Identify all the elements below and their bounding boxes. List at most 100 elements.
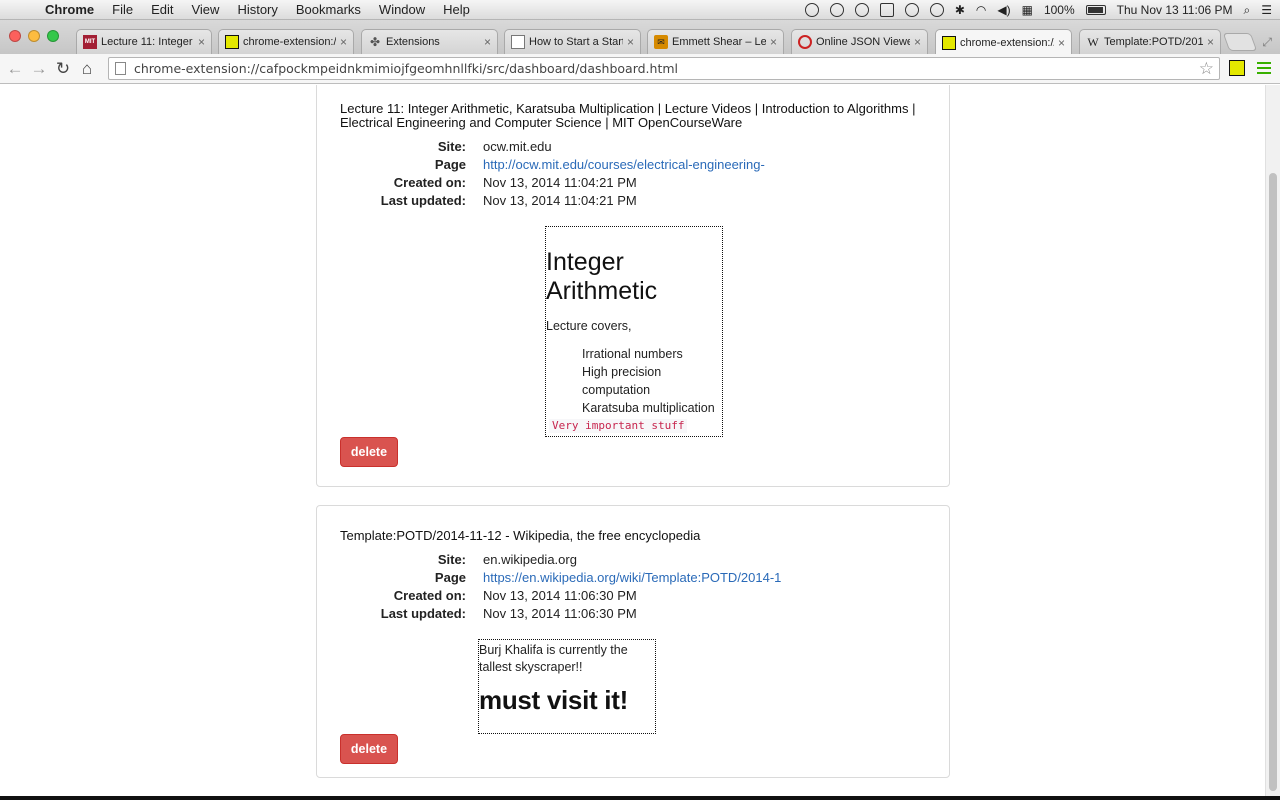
meta-row-created: Created on: Nov 13, 2014 11:06:30 PM xyxy=(340,586,930,604)
note-content[interactable]: Burj Khalifa is currently the tallest sk… xyxy=(478,639,656,734)
window-controls xyxy=(9,30,59,42)
bluetooth-icon[interactable]: ✱ xyxy=(955,3,965,17)
note-heading: Integer Arithmetic xyxy=(546,248,658,305)
close-tab-icon[interactable]: × xyxy=(484,35,491,49)
bug-icon[interactable] xyxy=(854,3,869,17)
close-tab-icon[interactable]: × xyxy=(770,35,777,49)
reload-icon[interactable]: ↻ xyxy=(51,57,75,81)
tab-lecture-11[interactable]: MIT Lecture 11: Integer A × xyxy=(76,29,212,54)
created-value: Nov 13, 2014 11:04:21 PM xyxy=(483,174,637,190)
dashboard-page: Lecture 11: Integer Arithmetic, Karatsub… xyxy=(0,85,1280,796)
meta-row-updated: Last updated: Nov 13, 2014 11:06:30 PM xyxy=(340,604,930,622)
updated-label: Last updated: xyxy=(380,605,466,621)
updated-value: Nov 13, 2014 11:04:21 PM xyxy=(483,192,637,208)
tab-online-json-viewer[interactable]: Online JSON Viewer × xyxy=(791,29,928,54)
zoom-window-icon[interactable] xyxy=(47,30,59,42)
tab-emmett-shear[interactable]: ✉ Emmett Shear – Lect × xyxy=(647,29,784,54)
json-viewer-icon xyxy=(798,35,812,49)
list-item: Irrational numbers xyxy=(582,347,683,361)
spotlight-search-icon[interactable]: ⌕ xyxy=(1244,3,1251,18)
puzzle-icon: ✤ xyxy=(369,35,381,49)
menu-bookmarks[interactable]: Bookmarks xyxy=(287,2,370,17)
vertical-scrollbar[interactable] xyxy=(1265,85,1280,796)
dropbox-icon[interactable] xyxy=(879,3,894,17)
close-tab-icon[interactable]: × xyxy=(1058,36,1065,50)
meta-row-updated: Last updated: Nov 13, 2014 11:04:21 PM xyxy=(340,191,930,209)
tab-title: Template:POTD/201 xyxy=(1104,36,1203,48)
notification-center-icon[interactable]: ☰ xyxy=(1261,3,1272,17)
meta-row-site: Site: ocw.mit.edu xyxy=(340,137,930,155)
page-info-icon[interactable] xyxy=(115,62,126,75)
close-tab-icon[interactable]: × xyxy=(914,35,921,49)
note-list: Irrational numbers High precision comput… xyxy=(546,345,722,417)
delete-button[interactable]: delete xyxy=(340,734,398,764)
minimize-window-icon[interactable] xyxy=(28,30,40,42)
page-link[interactable]: https://en.wikipedia.org/wiki/Template:P… xyxy=(483,570,781,585)
page-label: Page xyxy=(434,156,466,172)
time-machine-icon[interactable] xyxy=(929,3,944,17)
sync-icon[interactable] xyxy=(829,3,844,17)
menu-help[interactable]: Help xyxy=(434,2,479,17)
tab-chrome-extension-1[interactable]: chrome-extension:// × xyxy=(218,29,354,54)
google-drive-icon[interactable] xyxy=(804,3,819,17)
site-label: Site: xyxy=(437,551,466,567)
fullscreen-icon[interactable]: ⤢ xyxy=(1262,35,1272,50)
updated-label: Last updated: xyxy=(380,192,466,208)
close-tab-icon[interactable]: × xyxy=(627,35,634,49)
created-label: Created on: xyxy=(393,174,466,190)
note-content[interactable]: Integer Arithmetic Lecture covers, Irrat… xyxy=(545,226,723,437)
back-arrow-icon[interactable]: ← xyxy=(3,57,27,81)
tab-title: Extensions xyxy=(386,36,440,48)
wifi-icon[interactable]: ◠ xyxy=(976,3,986,17)
close-tab-icon[interactable]: × xyxy=(340,35,347,49)
volume-icon[interactable]: ◀) xyxy=(997,3,1010,17)
address-bar[interactable]: chrome-extension://cafpockmpeidnkmimiojf… xyxy=(108,57,1220,80)
address-bar-url[interactable]: chrome-extension://cafpockmpeidnkmimiojf… xyxy=(134,61,1199,76)
extension-icon[interactable] xyxy=(1229,60,1245,76)
meta-row-site: Site: en.wikipedia.org xyxy=(340,550,930,568)
menu-app-name[interactable]: Chrome xyxy=(36,2,103,17)
tab-title: chrome-extension:// xyxy=(960,36,1054,49)
flag-icon[interactable]: ▦ xyxy=(1022,3,1033,17)
new-tab-button[interactable] xyxy=(1222,33,1258,51)
bookmark-star-icon[interactable]: ☆ xyxy=(1199,59,1214,79)
meta-row-created: Created on: Nov 13, 2014 11:04:21 PM xyxy=(340,173,930,191)
home-icon[interactable]: ⌂ xyxy=(75,57,99,81)
site-value: en.wikipedia.org xyxy=(483,551,577,567)
menu-history[interactable]: History xyxy=(228,2,286,17)
battery-icon[interactable] xyxy=(1085,5,1106,15)
note-code: Very important stuff xyxy=(549,419,688,433)
forward-arrow-icon[interactable]: → xyxy=(27,57,51,81)
tab-template-potd[interactable]: W Template:POTD/201 × xyxy=(1079,29,1221,54)
tab-extensions[interactable]: ✤ Extensions × xyxy=(361,29,498,54)
battery-percent[interactable]: 100% xyxy=(1044,3,1075,17)
clock[interactable]: Thu Nov 13 11:06 PM xyxy=(1117,3,1233,17)
site-label: Site: xyxy=(437,138,466,154)
browser-toolbar: ← → ↻ ⌂ chrome-extension://cafpockmpeidn… xyxy=(0,54,1280,84)
saved-page-card: Lecture 11: Integer Arithmetic, Karatsub… xyxy=(316,85,950,487)
delete-button[interactable]: delete xyxy=(340,437,398,467)
tab-title: Online JSON Viewer xyxy=(816,36,910,48)
saved-page-card: Template:POTD/2014-11-12 - Wikipedia, th… xyxy=(316,505,950,778)
tab-how-to-start-a-startup[interactable]: How to Start a Startu × xyxy=(504,29,641,54)
menu-window[interactable]: Window xyxy=(370,2,434,17)
tab-chrome-extension-active[interactable]: chrome-extension:// × xyxy=(935,29,1072,55)
os-menubar: Chrome File Edit View History Bookmarks … xyxy=(0,0,1280,20)
close-tab-icon[interactable]: × xyxy=(1207,35,1214,49)
notification-bell-icon[interactable] xyxy=(904,3,919,17)
tab-title: Lecture 11: Integer A xyxy=(101,36,194,48)
menu-file[interactable]: File xyxy=(103,2,142,17)
close-tab-icon[interactable]: × xyxy=(198,35,205,49)
card-title: Template:POTD/2014-11-12 - Wikipedia, th… xyxy=(340,528,701,543)
page-label: Page xyxy=(434,569,466,585)
tab-title: chrome-extension:// xyxy=(243,36,336,48)
scrollbar-thumb[interactable] xyxy=(1269,173,1277,791)
page-link[interactable]: http://ocw.mit.edu/courses/electrical-en… xyxy=(483,157,765,172)
extension-page-icon xyxy=(225,35,239,49)
menu-view[interactable]: View xyxy=(182,2,228,17)
created-label: Created on: xyxy=(393,587,466,603)
close-window-icon[interactable] xyxy=(9,30,21,42)
menu-edit[interactable]: Edit xyxy=(142,2,182,17)
note-text: Burj Khalifa is currently the tallest sk… xyxy=(479,643,628,674)
chrome-menu-icon[interactable] xyxy=(1257,60,1271,76)
